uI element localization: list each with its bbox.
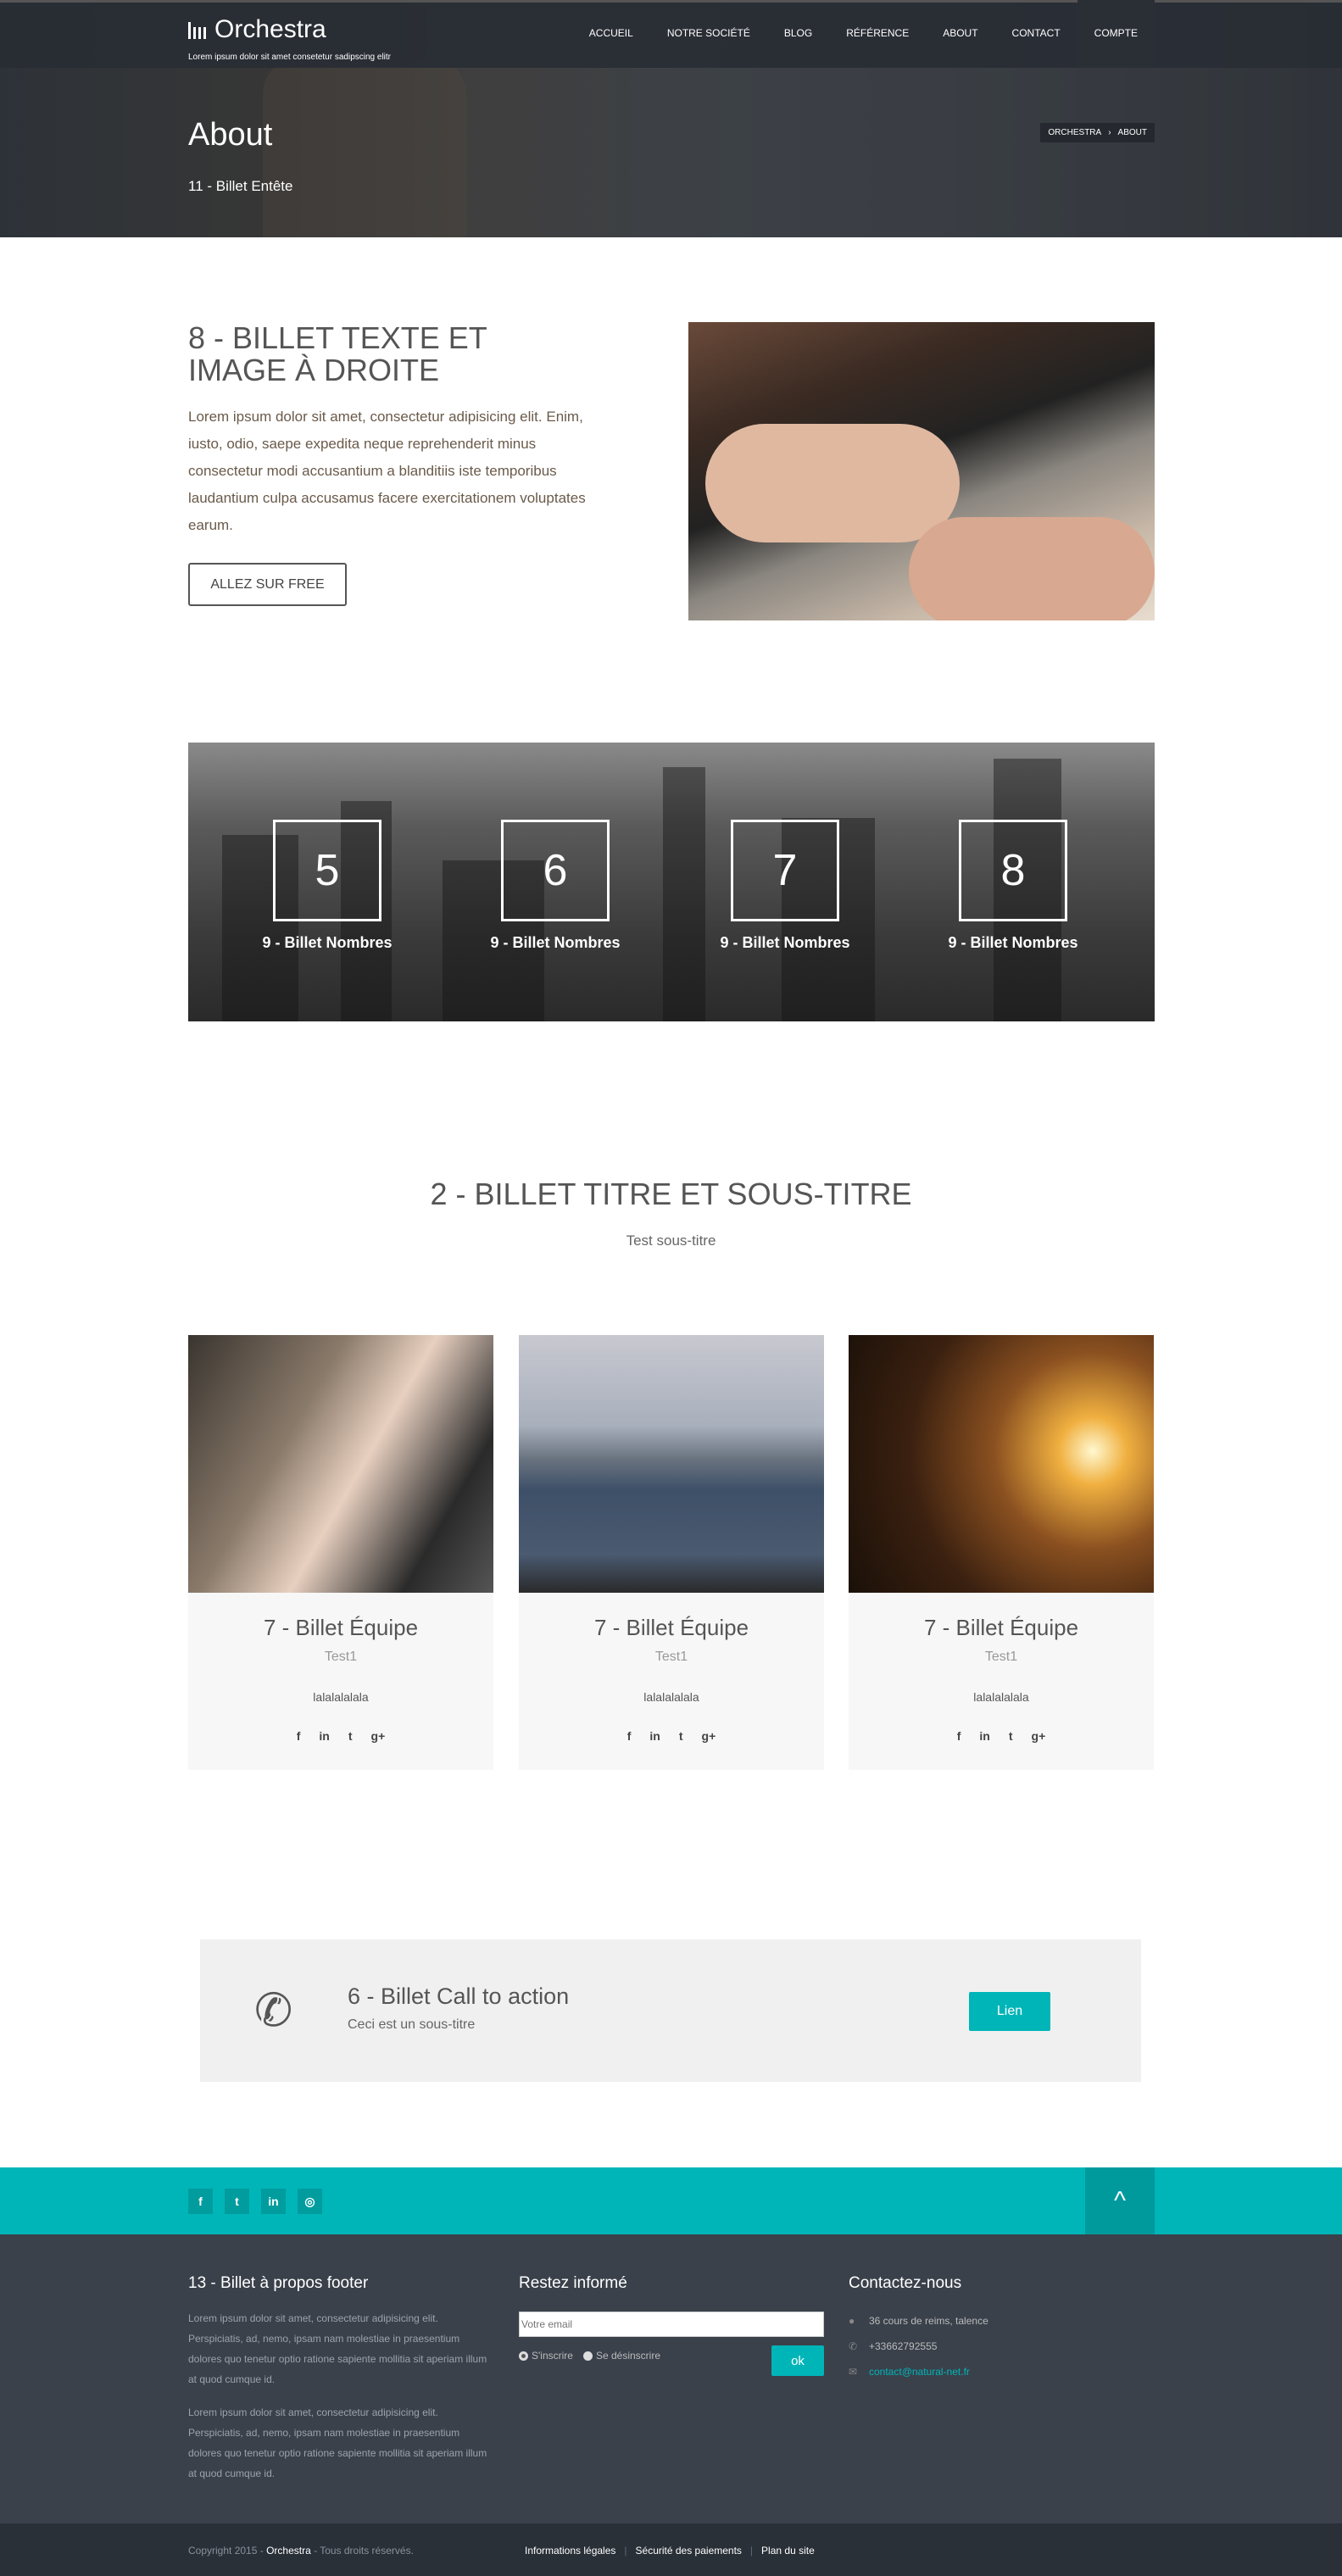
linkedin-icon[interactable]: in (979, 1729, 989, 1743)
team-card: 7 - Billet Équipe Test1 lalalalalala f in… (188, 1335, 493, 1770)
team-desc: lalalalalala (643, 1690, 699, 1704)
nav-compte[interactable]: COMPTE (1077, 0, 1155, 68)
nav-accueil[interactable]: ACCUEIL (572, 0, 650, 68)
team-role: Test1 (324, 1650, 358, 1664)
envelope-icon: ✉ (849, 2366, 858, 2378)
team-name: 7 - Billet Équipe (263, 1615, 419, 1640)
logo-bars-icon (188, 20, 206, 39)
team-card: 7 - Billet Équipe Test1 lalalalalala f in… (519, 1335, 824, 1770)
google-plus-icon[interactable]: g+ (371, 1729, 386, 1743)
stat-box: 7 (731, 820, 839, 921)
nav-reference[interactable]: RÉFÉRENCE (829, 0, 926, 68)
dribbble-icon[interactable]: ◎ (298, 2189, 322, 2214)
team-role: Test1 (984, 1650, 1018, 1664)
facebook-icon[interactable]: f (188, 2189, 213, 2214)
unsubscribe-radio[interactable]: Se désinscrire (582, 2350, 660, 2362)
facebook-icon[interactable]: f (297, 1729, 301, 1743)
team-name: 7 - Billet Équipe (593, 1615, 749, 1640)
linkedin-icon[interactable]: in (261, 2189, 286, 2214)
nav-about[interactable]: ABOUT (926, 0, 994, 68)
contact-phone: ✆ +33662792555 (849, 2340, 938, 2352)
logo[interactable]: Orchestra (188, 15, 326, 44)
team-photo (849, 1335, 1154, 1593)
main-nav: ACCUEIL NOTRE SOCIÉTÉ BLOG RÉFÉRENCE ABO… (572, 0, 1155, 68)
contact-address: ● 36 cours de reims, talence (849, 2315, 988, 2327)
breadcrumb-current: ABOUT (1117, 128, 1147, 137)
copyright: Copyright 2015 - Orchestra - Tous droits… (188, 2545, 414, 2557)
contact-email[interactable]: ✉ contact@natural-net.fr (849, 2366, 970, 2378)
cta-subtitle: Ceci est un sous-titre (348, 2017, 476, 2032)
google-plus-icon[interactable]: g+ (1032, 1729, 1046, 1743)
section-subtitle: Test sous-titre (626, 1232, 716, 1249)
section-title: 2 - BILLET TITRE ET SOUS-TITRE (430, 1177, 912, 1211)
map-marker-icon: ● (849, 2315, 855, 2327)
footer-about-text: Lorem ipsum dolor sit amet, consectetur … (188, 2312, 487, 2385)
link-plan-du-site[interactable]: Plan du site (761, 2545, 815, 2557)
subscribe-options: S'inscrire Se désinscrire (519, 2350, 660, 2362)
text-image-title: 8 - BILLET TEXTE ET IMAGE À DROITE (188, 320, 487, 387)
chevron-up-icon: ^ (1113, 2186, 1127, 2215)
newsletter-ok-button[interactable]: ok (771, 2345, 824, 2376)
link-informations-legales[interactable]: Informations légales (525, 2545, 615, 2557)
page-title: About (188, 117, 273, 153)
allez-sur-free-button[interactable]: ALLEZ SUR FREE (188, 563, 347, 606)
twitter-icon[interactable]: t (1009, 1729, 1013, 1743)
team-name: 7 - Billet Équipe (923, 1615, 1079, 1640)
stat-label: 9 - Billet Nombres (720, 934, 850, 951)
twitter-icon[interactable]: t (679, 1729, 683, 1743)
cta-title: 6 - Billet Call to action (348, 1983, 570, 2009)
page-subtitle: 11 - Billet Entête (188, 178, 293, 194)
nav-notre-societe[interactable]: NOTRE SOCIÉTÉ (650, 0, 767, 68)
laptop-image (688, 322, 1155, 620)
phone-icon: ✆ (849, 2340, 858, 2352)
email-input[interactable] (519, 2312, 824, 2337)
breadcrumb: ORCHESTRA › ABOUT (1040, 123, 1155, 142)
cta-button[interactable]: Lien (969, 1992, 1050, 2031)
contact-title: Contactez-nous (849, 2274, 962, 2292)
stat-box: 8 (959, 820, 1067, 921)
footer-about-title: 13 - Billet à propos footer (188, 2274, 369, 2292)
stat-box: 5 (273, 820, 381, 921)
chevron-right-icon: › (1108, 128, 1111, 137)
facebook-icon[interactable]: f (957, 1729, 961, 1743)
linkedin-icon[interactable]: in (649, 1729, 660, 1743)
linkedin-icon[interactable]: in (319, 1729, 329, 1743)
nav-contact[interactable]: CONTACT (995, 0, 1077, 68)
stat-label: 9 - Billet Nombres (490, 934, 621, 951)
subscribe-radio[interactable]: S'inscrire (519, 2350, 573, 2362)
stat-label: 9 - Billet Nombres (262, 934, 393, 951)
stat-label: 9 - Billet Nombres (948, 934, 1078, 951)
breadcrumb-home[interactable]: ORCHESTRA (1048, 128, 1101, 137)
brand-name: Orchestra (214, 15, 326, 43)
google-plus-icon[interactable]: g+ (702, 1729, 716, 1743)
facebook-icon[interactable]: f (627, 1729, 632, 1743)
team-photo (188, 1335, 493, 1593)
footer-about-text: Lorem ipsum dolor sit amet, consectetur … (188, 2406, 487, 2479)
phone-icon: ✆ (254, 1985, 293, 2036)
nav-blog[interactable]: BLOG (767, 0, 829, 68)
team-desc: lalalalalala (313, 1690, 369, 1704)
back-to-top-button[interactable]: ^ (1085, 2167, 1155, 2234)
newsletter-title: Restez informé (519, 2274, 627, 2292)
twitter-icon[interactable]: t (348, 1729, 353, 1743)
team-card: 7 - Billet Équipe Test1 lalalalalala f in… (849, 1335, 1154, 1770)
text-image-body: Lorem ipsum dolor sit amet, consectetur … (188, 409, 586, 533)
link-securite-paiements[interactable]: Sécurité des paiements (636, 2545, 742, 2557)
twitter-icon[interactable]: t (225, 2189, 249, 2214)
team-role: Test1 (654, 1650, 688, 1664)
tagline: Lorem ipsum dolor sit amet consetetur sa… (188, 53, 391, 62)
team-desc: lalalalalala (973, 1690, 1029, 1704)
team-photo (519, 1335, 824, 1593)
stat-box: 6 (501, 820, 610, 921)
legal-links: Informations légales | Sécurité des paiem… (525, 2545, 815, 2557)
